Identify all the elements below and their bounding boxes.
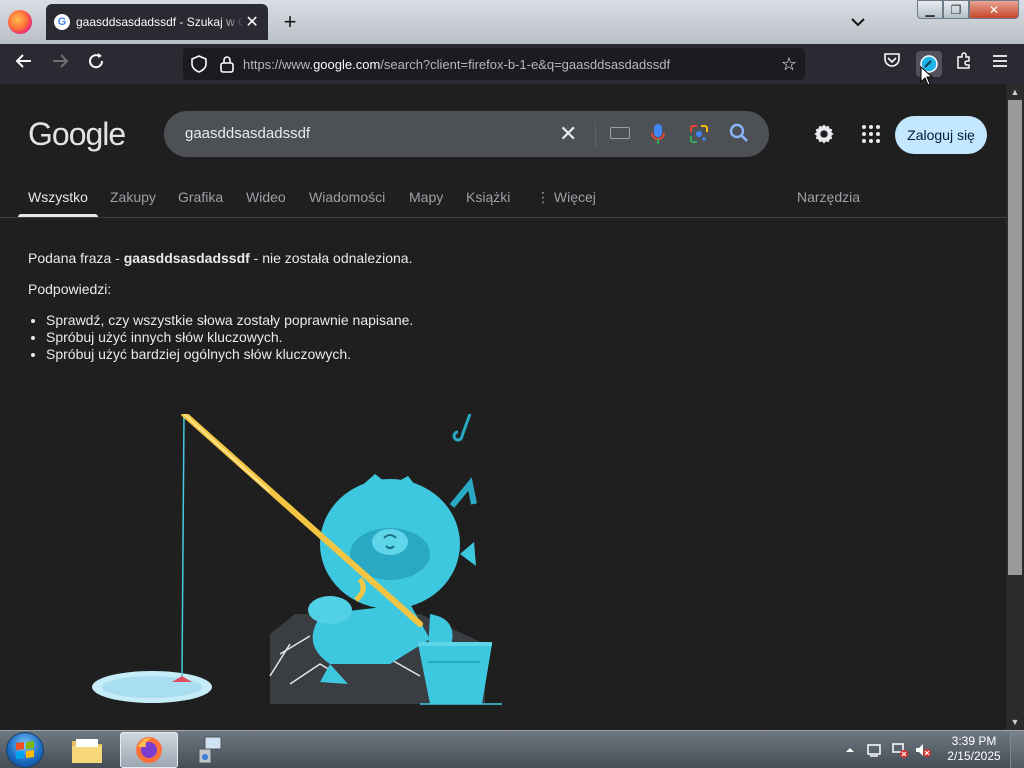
search-box[interactable]: gaasddsasdadssdf ✕ [164, 111, 769, 157]
folder-icon [72, 739, 102, 763]
show-hidden-icons-arrow-icon[interactable] [845, 745, 855, 755]
minimize-button[interactable]: ▁ [917, 0, 943, 19]
new-tab-button[interactable]: + [280, 10, 300, 34]
tracking-protection-shield-icon[interactable] [191, 55, 207, 73]
screen: G gaasddsasdadssdf - Szukaj w Google ✕ +… [0, 0, 1024, 768]
tab-all[interactable]: Wszystko [28, 189, 88, 205]
tab-tools[interactable]: Narzędzia [797, 189, 860, 205]
system-clock[interactable]: 3:39 PM 2/15/2025 [940, 734, 1008, 764]
volume-muted-icon[interactable] [914, 742, 932, 758]
tab-strip: G gaasddsasdadssdf - Szukaj w Google ✕ +… [0, 0, 1024, 44]
settings-gear-icon[interactable] [813, 123, 835, 145]
lock-icon[interactable] [219, 55, 235, 73]
hint-item: Spróbuj użyć bardziej ogólnych słów kluc… [46, 346, 413, 363]
close-window-button[interactable]: ✕ [969, 0, 1019, 19]
google-favicon-icon: G [54, 14, 70, 30]
taskbar-file-explorer[interactable] [58, 732, 116, 768]
network-status-icon[interactable] [891, 742, 909, 758]
hints-list: Sprawdź, czy wszystkie słowa zostały pop… [46, 312, 413, 363]
tab-shopping[interactable]: Zakupy [110, 189, 156, 205]
hamburger-menu-icon[interactable] [988, 52, 1012, 76]
tab-close-icon[interactable]: ✕ [244, 12, 260, 32]
query-term: gaasddsasdadssdf [123, 250, 250, 266]
mouse-cursor-icon [920, 66, 934, 86]
tab-maps[interactable]: Mapy [409, 189, 443, 205]
google-apps-grid-icon[interactable] [861, 124, 881, 144]
tab-more[interactable]: ⋮ Więcej [536, 189, 596, 206]
clear-search-icon[interactable]: ✕ [559, 121, 577, 147]
microphone-icon[interactable] [651, 123, 665, 145]
taskbar-firefox[interactable] [120, 732, 178, 768]
keyboard-icon[interactable] [610, 127, 630, 139]
search-divider [595, 122, 596, 148]
action-center-flag-icon[interactable] [866, 742, 882, 758]
start-button[interactable] [6, 732, 44, 768]
back-arrow-icon[interactable] [12, 52, 36, 76]
address-bar[interactable]: https://www.google.com/search?client=fir… [183, 48, 805, 80]
pocket-icon[interactable] [880, 52, 904, 76]
clock-time: 3:39 PM [951, 734, 997, 748]
tab-images[interactable]: Grafika [178, 189, 223, 205]
browser-tab[interactable]: G gaasddsasdadssdf - Szukaj w Google ✕ [46, 4, 268, 40]
hint-item: Spróbuj użyć innych słów kluczowych. [46, 329, 413, 346]
taskbar-network-app[interactable] [182, 732, 240, 768]
window-controls: ▁ ❐ ✕ [917, 0, 1019, 19]
google-lens-icon[interactable] [689, 124, 709, 144]
list-all-tabs-icon[interactable] [848, 10, 868, 34]
network-computer-icon [198, 736, 222, 764]
reload-icon[interactable] [84, 52, 108, 76]
windows-taskbar: 3:39 PM 2/15/2025 [0, 730, 1024, 768]
tab-title: gaasddsasdadssdf - Szukaj w Google [76, 15, 245, 29]
show-desktop-button[interactable] [1010, 731, 1024, 768]
extensions-puzzle-icon[interactable] [952, 52, 976, 76]
search-tabs: Wszystko Zakupy Grafika Wideo Wiadomości… [0, 184, 1006, 218]
fishing-yeti-illustration [92, 414, 502, 705]
page-scrollbar[interactable]: ▲ ▼ [1006, 84, 1024, 730]
search-input[interactable]: gaasddsasdadssdf [185, 125, 310, 142]
tab-books[interactable]: Książki [466, 189, 510, 205]
active-tab-indicator [18, 214, 98, 217]
hints-title: Podpowiedzi: [28, 281, 112, 297]
bookmark-star-icon[interactable]: ☆ [781, 54, 797, 75]
tab-videos[interactable]: Wideo [246, 189, 286, 205]
navigation-toolbar: https://www.google.com/search?client=fir… [0, 44, 1024, 86]
scroll-up-arrow-icon[interactable]: ▲ [1006, 84, 1024, 100]
tab-news[interactable]: Wiadomości [309, 189, 385, 205]
forward-arrow-icon[interactable] [48, 52, 72, 76]
firefox-menu-icon[interactable] [8, 10, 32, 34]
hint-item: Sprawdź, czy wszystkie słowa zostały pop… [46, 312, 413, 329]
google-results-page: Google gaasddsasdadssdf ✕ Zaloguj się Ws… [0, 84, 1006, 730]
sign-in-button[interactable]: Zaloguj się [895, 116, 987, 154]
maximize-button[interactable]: ❐ [943, 0, 969, 19]
google-logo[interactable]: Google [28, 116, 126, 153]
url-text[interactable]: https://www.google.com/search?client=fir… [243, 57, 670, 72]
scroll-down-arrow-icon[interactable]: ▼ [1006, 714, 1024, 730]
windows-logo-icon [16, 741, 34, 759]
search-magnifier-icon[interactable] [729, 123, 749, 145]
scrollbar-thumb[interactable] [1008, 100, 1022, 575]
firefox-icon [136, 737, 162, 763]
no-results-line: Podana fraza - gaasddsasdadssdf - nie zo… [28, 250, 413, 266]
clock-date: 2/15/2025 [947, 749, 1001, 763]
